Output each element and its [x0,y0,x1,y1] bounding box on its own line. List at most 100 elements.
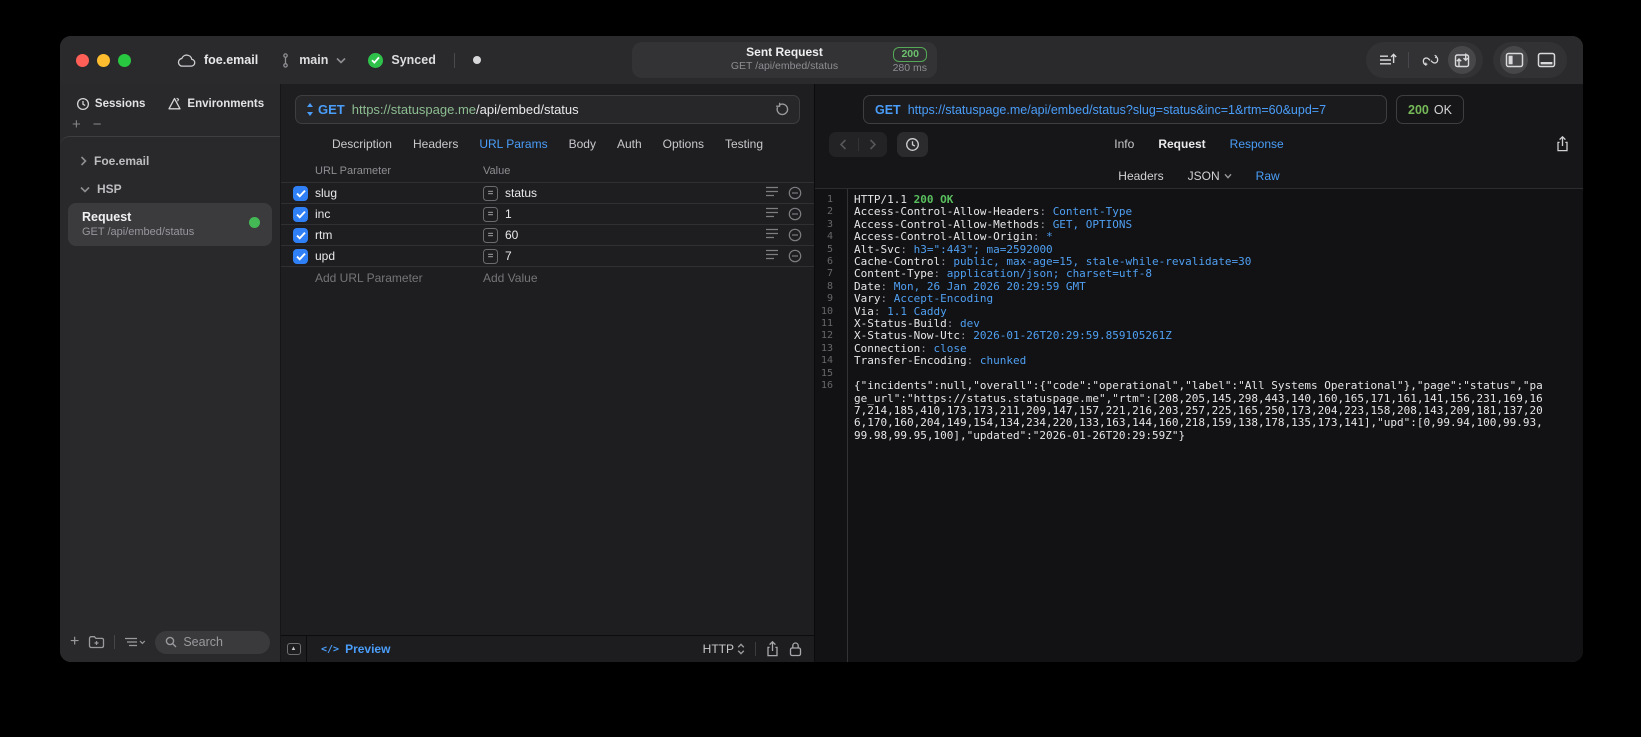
param-options-icon[interactable] [765,228,779,242]
param-value[interactable]: = 7 [483,248,756,264]
request-order-icon[interactable] [1373,46,1401,74]
request-url-bar[interactable]: GET https://statuspage.me/api/embed/stat… [295,95,800,124]
params-table: URL Parameter Value slug = status inc = 1 rtm =… [281,160,814,635]
export-response-icon[interactable] [1556,136,1569,152]
traffic-lights [76,53,131,67]
line-number: 1 [826,194,833,205]
request-method[interactable]: GET [318,102,345,117]
collapse-panel-button[interactable]: ▲ [281,636,307,662]
sort-options-icon[interactable] [124,636,146,648]
layout-bottom-panel-icon[interactable] [1532,46,1560,74]
add-value-placeholder[interactable]: Add Value [483,271,756,285]
line-number: 6 [826,256,833,268]
layout-left-panel-icon[interactable] [1500,46,1528,74]
add-param-placeholder[interactable]: Add URL Parameter [315,271,483,285]
response-line: 14 Transfer-Encoding: chunked [815,355,1583,367]
response-tab-request[interactable]: Request [1158,137,1205,151]
param-value[interactable]: = 1 [483,206,756,222]
request-tab-testing[interactable]: Testing [725,137,763,151]
request-tab-url-params[interactable]: URL Params [479,137,547,151]
response-line: 16 {"incidents":null,"overall":{"code":"o… [815,379,1583,442]
request-tab-body[interactable]: Body [569,137,596,151]
response-tab-info[interactable]: Info [1114,137,1134,151]
remove-param-icon[interactable] [788,249,802,263]
response-status-code: 200 [1408,102,1429,117]
response-subtab-json[interactable]: JSON [1188,169,1232,183]
param-options-icon[interactable] [765,207,779,221]
share-icon[interactable] [766,641,779,657]
branch-name[interactable]: main [299,53,328,67]
environments-icon [167,97,182,111]
search-placeholder: Search [183,635,223,649]
param-value[interactable]: = 60 [483,227,756,243]
chevron-down-icon[interactable] [336,57,346,64]
sidebar-request-item[interactable]: Request GET /api/embed/status [68,203,272,246]
param-name[interactable]: rtm [315,228,483,242]
back-icon[interactable] [839,138,847,150]
add-request-button[interactable]: + [70,634,79,650]
minimize-window-button[interactable] [97,53,110,67]
request-tab-headers[interactable]: Headers [413,137,458,151]
history-clock-button[interactable] [897,131,928,157]
line-number: 7 [826,268,833,280]
response-subtab-headers[interactable]: Headers [1118,169,1163,183]
response-pane: GET https://statuspage.me/api/embed/stat… [815,84,1583,662]
history-nav-group [829,131,887,157]
line-number: 9 [826,293,833,305]
refresh-icon[interactable] [775,102,789,117]
tree-item-hsp[interactable]: HSP [68,175,272,203]
params-add-row[interactable]: Add URL Parameter Add Value [281,267,814,289]
titlebar-divider [453,52,455,68]
request-item-title: Request [82,210,132,224]
sent-request-summary[interactable]: Sent Request GET /api/embed/status 200 2… [632,42,937,78]
close-window-button[interactable] [76,53,89,67]
sync-status[interactable]: Synced [391,53,435,67]
send-receive-icon[interactable] [1448,46,1476,74]
remove-param-icon[interactable] [788,207,802,221]
param-options-icon[interactable] [765,249,779,263]
remove-param-icon[interactable] [788,228,802,242]
zoom-window-button[interactable] [118,53,131,67]
url-path[interactable]: /api/embed/status [476,102,579,117]
param-checkbox[interactable] [293,248,308,264]
tree-item-foe-email[interactable]: Foe.email [68,147,272,175]
response-body[interactable]: 1 HTTP/1.1 200 OK 2 Access-Control-Allow-He… [815,189,1583,662]
request-tab-auth[interactable]: Auth [617,137,642,151]
remove-session-button[interactable]: − [93,117,102,136]
pill-divider [1408,52,1409,68]
sidebar-search-input[interactable]: Search [155,630,270,654]
forward-icon[interactable] [869,138,877,150]
add-session-button[interactable]: + [72,117,81,136]
preview-button[interactable]: </> Preview [321,642,390,656]
method-selector-icon[interactable] [306,103,314,116]
changes-dot [472,56,481,64]
url-host[interactable]: https://statuspage.me [352,102,476,117]
tab-environments[interactable]: Environments [167,97,264,111]
response-subtab-raw[interactable]: Raw [1256,169,1280,183]
line-number: 4 [826,231,833,243]
branch-icon [280,52,291,68]
project-name[interactable]: foe.email [204,53,258,67]
request-tab-options[interactable]: Options [663,137,704,151]
param-checkbox[interactable] [293,227,308,243]
new-folder-icon[interactable] [88,635,105,649]
param-name[interactable]: slug [315,186,483,200]
chevron-down-icon[interactable] [80,186,90,193]
protocol-selector[interactable]: HTTP [703,642,745,656]
response-url-box[interactable]: GET https://statuspage.me/api/embed/stat… [863,95,1387,124]
chevron-right-icon[interactable] [80,156,87,166]
param-checkbox[interactable] [293,185,308,201]
response-status-text: OK [1433,102,1452,117]
tab-sessions[interactable]: Sessions [76,97,145,111]
response-tab-response[interactable]: Response [1230,137,1284,151]
remove-param-icon[interactable] [788,186,802,200]
request-duration: 280 ms [892,62,927,74]
lock-icon[interactable] [789,641,802,657]
param-options-icon[interactable] [765,186,779,200]
param-name[interactable]: inc [315,207,483,221]
param-checkbox[interactable] [293,206,308,222]
param-value[interactable]: = status [483,185,756,201]
dynamic-values-icon[interactable] [1416,46,1444,74]
param-name[interactable]: upd [315,249,483,263]
request-tab-description[interactable]: Description [332,137,392,151]
